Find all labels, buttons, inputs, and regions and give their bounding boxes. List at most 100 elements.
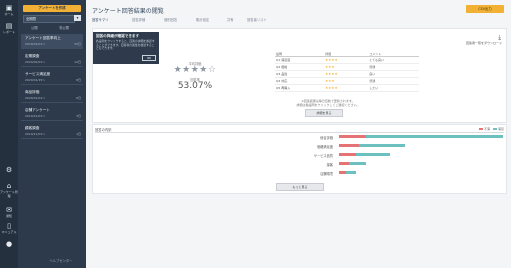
tooltip-body: 各設問をクリックすると、回答の詳細を確認することができます。回答者の属性を確認す… — [96, 39, 155, 51]
summary-table: 設問 評価 コメント Q1 満足度 ★★★★ とても良い Q2 価格 ★★★ 普通 Q3… — [275, 52, 419, 92]
sidebar-item[interactable]: 顧客調査 2019/11/01〜 1日 — [21, 124, 83, 139]
cell-stars: ★★★★ — [324, 70, 369, 78]
rail-label: レポート — [2, 30, 15, 34]
star-rating: ★★★★☆ — [173, 65, 217, 75]
bar-neg[interactable] — [339, 144, 359, 147]
sidebar-item-date: 2020/01/15〜 — [25, 78, 46, 82]
sidebar-tabs: 公開 非公開 — [23, 25, 81, 30]
cell-comment: したい — [368, 84, 419, 92]
rail-label: マニュアル — [1, 230, 17, 234]
table-row[interactable]: Q5 再購入 ★★★★ したい — [275, 84, 419, 92]
sidebar-item[interactable]: 商品評価 2020/01/01〜 6日 — [21, 88, 83, 103]
tab-share[interactable]: 共有 — [227, 17, 234, 22]
tab-private[interactable]: 非公開 — [59, 25, 69, 30]
rail-label: ホーム — [4, 12, 14, 16]
report-icon: ▤ — [5, 22, 13, 30]
bar-pos[interactable] — [356, 153, 391, 156]
sidebar-item-title: サービス満足度 — [25, 72, 51, 76]
user-icon: ● — [5, 240, 13, 248]
category-label: 接客 — [326, 162, 333, 167]
cell-stars: ★★★★ — [324, 84, 369, 92]
sidebar-item[interactable]: 定期調査 2020/02/01〜 12日 — [21, 52, 83, 67]
tooltip-ok-button[interactable]: OK — [142, 55, 156, 61]
sidebar-item-days: 6日 — [76, 96, 81, 100]
category-label: サービス品質 — [313, 153, 333, 158]
bar-pos[interactable] — [346, 171, 357, 174]
sidebar-item-title: 定期調査 — [25, 54, 40, 58]
details-button[interactable]: 詳細を見る — [305, 109, 343, 117]
cell-stars: ★★★★ — [324, 56, 369, 64]
bar-neg[interactable] — [339, 171, 347, 174]
sidebar-item-days: 3日 — [76, 114, 81, 118]
rail-label: 通知 — [5, 214, 12, 218]
more-button[interactable]: もっと見る — [276, 183, 324, 191]
cell-question: Q1 満足度 — [275, 56, 325, 64]
sidebar-item-title: 商品評価 — [25, 90, 40, 94]
sidebar-item[interactable]: サービス満足度 2020/01/15〜 8日 — [21, 70, 83, 85]
bar-neg[interactable] — [339, 153, 357, 156]
legend-swatch-pos — [492, 128, 497, 130]
rail-item-mail[interactable]: ✉ 通知 — [0, 206, 18, 218]
sidebar-item-title: 顧客調査 — [25, 126, 40, 130]
sidebar-item-date: 2019/11/01〜 — [25, 132, 46, 136]
chart-legend: 不満 満足 — [476, 127, 504, 131]
rail-item-user[interactable]: ● — [0, 240, 18, 248]
tab-detail[interactable]: 回答詳細 — [132, 17, 145, 22]
table-row[interactable]: Q1 満足度 ★★★★ とても良い — [275, 56, 419, 64]
cell-question: Q4 対応 — [275, 77, 325, 85]
category-label: 店舗環境 — [320, 171, 333, 176]
bar-pos[interactable] — [358, 144, 406, 147]
doc-icon: ▯ — [7, 222, 11, 230]
rail-item-report[interactable]: ▤ レポート — [0, 22, 18, 34]
tab-summary[interactable]: 回答サマリ — [92, 17, 108, 22]
cell-question: Q5 再購入 — [275, 84, 325, 92]
sidebar-item[interactable]: 店舗アンケート 2019/12/01〜 3日 — [21, 106, 83, 121]
update-note: ※回答結果は毎日自動で更新されます。 詳細は各設問をクリックしてご確認ください。 — [263, 99, 393, 107]
divider — [95, 132, 504, 133]
mail-icon: ✉ — [6, 206, 12, 214]
summary-card: 回答の詳細が確認できます 各設問をクリックすると、回答の詳細を確認することができ… — [92, 28, 507, 123]
sidebar-item-date: 2020/02/01〜 — [25, 60, 46, 64]
chevron-down-icon[interactable]: ▾ — [74, 15, 81, 21]
table-row[interactable]: Q3 品質 ★★★★ 良い — [275, 70, 419, 78]
tab-settings[interactable]: 集計設定 — [196, 17, 209, 22]
sidebar-item-title: アンケート回答率向上 — [25, 36, 61, 40]
table-row[interactable]: Q2 価格 ★★★ 普通 — [275, 63, 419, 71]
create-survey-button[interactable]: アンケートを作成 — [23, 5, 81, 12]
tab-public[interactable]: 公開 — [31, 25, 38, 30]
tab-respondents[interactable]: 回答者リスト — [247, 17, 267, 22]
note-line: 詳細は各設問をクリックしてご確認ください。 — [296, 103, 360, 107]
rail-item-doc[interactable]: ▯ マニュアル — [0, 222, 18, 234]
sidebar-item-days: 12日 — [74, 60, 81, 64]
legend-label: 不満 — [483, 127, 490, 131]
bar-neg[interactable] — [339, 135, 366, 138]
rail-item-home[interactable]: ▣ ホーム — [0, 4, 18, 16]
bar-neg[interactable] — [339, 162, 349, 165]
sidebar-item-days: 8日 — [76, 78, 81, 82]
bar-pos[interactable] — [365, 135, 503, 138]
download-respondents-link[interactable]: 回答者一覧をダウンロード — [466, 41, 502, 45]
category-label: 価格満足度 — [317, 144, 333, 149]
chat-icon: ⌂ — [6, 182, 12, 190]
legend-swatch-neg — [478, 128, 483, 130]
bar-pos[interactable] — [348, 162, 366, 165]
sidebar-item[interactable]: アンケート回答率向上 2020/03/01〜 30日 — [21, 34, 83, 49]
settings-icon: ⚙ — [5, 166, 13, 174]
export-csv-button[interactable]: CSV出力 — [466, 5, 504, 13]
table-row[interactable]: Q4 対応 ★★★ 普通 — [275, 77, 419, 85]
main-content: アンケート回答結果の閲覧 CSV出力 回答サマリ 回答詳細 個別回答 集計設定 … — [86, 0, 511, 268]
icon-rail: ▣ ホーム ▤ レポート ⚙ ⌂ アンケート管理 ✉ 通知 ▯ マニュアル ● — [0, 0, 18, 268]
home-icon: ▣ — [5, 4, 13, 12]
legend-label: 満足 — [497, 127, 504, 131]
rail-label: アンケート管理 — [0, 190, 18, 198]
tab-individual[interactable]: 個別回答 — [164, 17, 177, 22]
survey-sidebar: アンケートを作成 全期間 ▾ 公開 非公開 アンケート回答率向上 2020/03/… — [18, 0, 86, 268]
cell-comment: 普通 — [368, 63, 419, 71]
sidebar-item-days: 1日 — [76, 132, 81, 136]
period-select[interactable]: 全期間 — [23, 15, 75, 23]
cell-stars: ★★★ — [324, 77, 369, 85]
rail-item-survey[interactable]: ⌂ アンケート管理 — [0, 182, 18, 198]
rail-item-settings[interactable]: ⚙ — [0, 166, 18, 174]
category-label: 総合評価 — [320, 135, 333, 140]
cell-comment: 普通 — [368, 77, 419, 85]
